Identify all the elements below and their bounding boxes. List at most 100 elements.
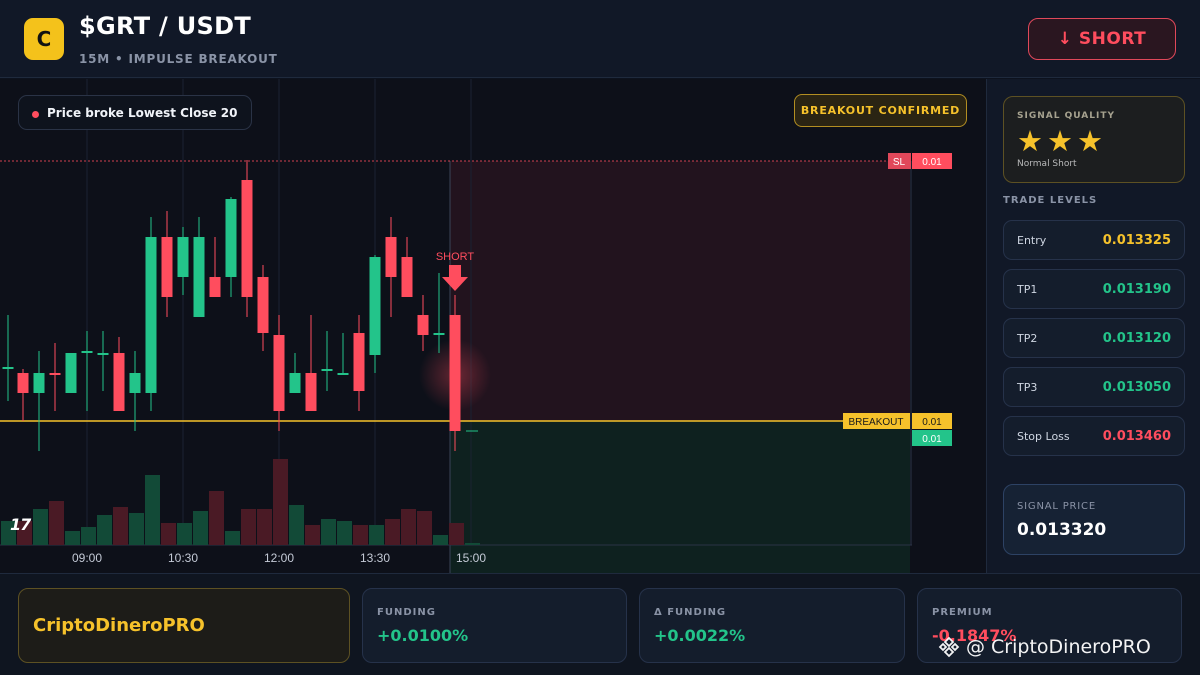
volume-bar <box>241 509 256 545</box>
volume-bar <box>193 511 208 545</box>
candle-body <box>177 237 189 277</box>
signal-pill: Price broke Lowest Close 20 <box>18 95 253 130</box>
volume-bar <box>129 513 144 545</box>
current-value: 0.01 <box>922 434 942 445</box>
short-marker-label: SHORT <box>436 251 475 263</box>
volume-bar <box>113 507 128 545</box>
candle-body <box>81 351 93 353</box>
level-value: 0.013050 <box>1102 379 1171 395</box>
volume-bar <box>49 501 64 545</box>
candle-body <box>2 367 14 369</box>
funding-card: FUNDING +0.0100% <box>362 588 627 663</box>
signal-quality-card: SIGNAL QUALITY ★★★ Normal Short <box>1003 96 1185 183</box>
volume-bar <box>145 475 160 545</box>
footer-bar: CriptoDineroPRO FUNDING +0.0100% Δ FUNDI… <box>0 573 1200 675</box>
candle-body <box>417 315 429 335</box>
volume-bar <box>369 525 384 545</box>
candle-body <box>193 237 205 317</box>
volume-bar <box>97 515 112 545</box>
volume-bar <box>177 523 192 545</box>
time-tick-label: 13:30 <box>360 551 390 565</box>
level-value: 0.013460 <box>1102 428 1171 444</box>
candle-body <box>145 237 157 393</box>
sl-tag: SL <box>893 157 906 168</box>
signal-quality-sub: Normal Short <box>1017 159 1077 169</box>
level-tp1: TP1 0.013190 <box>1003 269 1185 309</box>
coin-logo-letter: C <box>36 27 52 51</box>
tradingview-logo[interactable]: 17 <box>10 515 31 534</box>
level-stop-loss: Stop Loss 0.013460 <box>1003 416 1185 456</box>
coin-logo: C <box>24 18 64 60</box>
candle-body <box>385 237 397 277</box>
candle-body <box>49 373 61 375</box>
chart-area[interactable]: SHORT SL 0.01 BREAKOUT 0.01 0.01 09:00 10… <box>0 79 986 573</box>
signal-pill-text: Price broke Lowest Close 20 <box>47 105 238 120</box>
binance-diamond-icon <box>938 636 960 658</box>
candle-body <box>33 373 45 393</box>
volume-bar <box>337 521 352 545</box>
sidebar: SIGNAL QUALITY ★★★ Normal Short TRADE LE… <box>986 79 1200 573</box>
time-tick-label: 15:00 <box>456 551 486 565</box>
level-value: 0.013325 <box>1102 232 1171 248</box>
sl-value: 0.01 <box>922 157 942 168</box>
trade-levels-title: TRADE LEVELS <box>1003 195 1098 206</box>
level-name: TP2 <box>1017 331 1038 345</box>
signal-dot-icon <box>32 111 39 118</box>
candle-body <box>449 315 461 431</box>
pair-title: $GRT / USDT <box>79 12 252 40</box>
volume-bar <box>401 509 416 545</box>
candle-body <box>241 180 253 297</box>
level-name: Stop Loss <box>1017 429 1070 443</box>
candle-body <box>97 353 109 355</box>
brand-name: CriptoDineroPRO <box>33 615 205 636</box>
level-tp2: TP2 0.013120 <box>1003 318 1185 358</box>
level-name: TP1 <box>1017 282 1038 296</box>
premium-label: PREMIUM <box>932 607 993 618</box>
signal-price-card: SIGNAL PRICE 0.013320 <box>1003 484 1185 555</box>
volume-bar <box>273 459 288 545</box>
level-tp3: TP3 0.013050 <box>1003 367 1185 407</box>
volume-bar <box>209 491 224 545</box>
header-bar: C $GRT / USDT 15M • IMPULSE BREAKOUT ↓ S… <box>0 0 1200 78</box>
volume-bars <box>1 459 480 545</box>
volume-bar <box>161 523 176 545</box>
candle-body <box>257 277 269 333</box>
volume-bar <box>257 509 272 545</box>
candle-body <box>321 369 333 371</box>
candle-body <box>129 373 141 393</box>
breakout-confirmed-badge: BREAKOUT CONFIRMED <box>794 94 967 127</box>
funding-label: FUNDING <box>377 607 436 618</box>
delta-funding-card: Δ FUNDING +0.0022% <box>639 588 905 663</box>
short-button[interactable]: ↓ SHORT <box>1028 18 1176 60</box>
volume-bar <box>81 527 96 545</box>
candle-body <box>305 373 317 411</box>
candle-body <box>337 373 349 375</box>
candle-body <box>113 353 125 411</box>
candle-body <box>209 277 221 297</box>
volume-bar <box>289 505 304 545</box>
candle-body <box>161 237 173 297</box>
stop-loss-zone <box>450 161 910 421</box>
candles <box>2 160 478 451</box>
candle-body <box>65 353 77 393</box>
time-tick-label: 12:00 <box>264 551 294 565</box>
volume-bar <box>65 531 80 545</box>
timeframe-subtitle: 15M • IMPULSE BREAKOUT <box>79 52 278 66</box>
watermark-text: @ CriptoDineroPRO <box>966 636 1151 658</box>
volume-bar <box>417 511 432 545</box>
level-name: Entry <box>1017 233 1047 247</box>
watermark: @ CriptoDineroPRO <box>938 636 1151 658</box>
level-value: 0.013120 <box>1102 330 1171 346</box>
target-zone <box>450 421 910 573</box>
delta-funding-label: Δ FUNDING <box>654 607 727 618</box>
candle-body <box>369 257 381 355</box>
candle-body <box>353 333 365 391</box>
volume-bar <box>33 509 48 545</box>
signal-quality-label: SIGNAL QUALITY <box>1017 111 1115 121</box>
volume-bar <box>433 535 448 545</box>
level-entry: Entry 0.013325 <box>1003 220 1185 260</box>
level-value: 0.013190 <box>1102 281 1171 297</box>
brand-card: CriptoDineroPRO <box>18 588 350 663</box>
time-tick-label: 09:00 <box>72 551 102 565</box>
time-axis: 09:00 10:30 12:00 13:30 15:00 <box>72 551 486 565</box>
